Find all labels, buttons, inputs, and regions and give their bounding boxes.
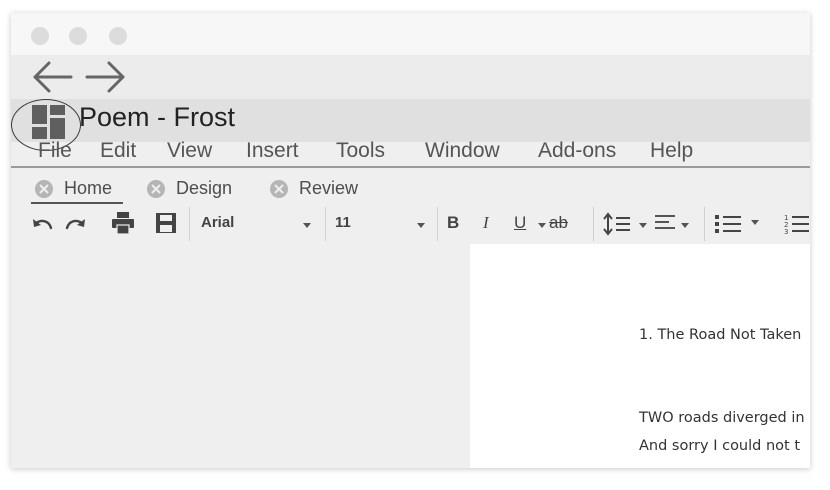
menu-window[interactable]: Window xyxy=(425,139,500,163)
printer-icon[interactable] xyxy=(111,211,135,235)
tab-review-label: Review xyxy=(299,178,359,198)
menu-file[interactable]: File xyxy=(38,139,72,163)
side-panel xyxy=(11,244,470,468)
numbered-list-icon[interactable]: 1 2 3 xyxy=(784,212,810,236)
italic-button[interactable]: I xyxy=(483,213,489,233)
svg-text:3: 3 xyxy=(784,228,788,236)
formatting-toolbar: Arial 11 B I U ab 1 2 3 xyxy=(11,204,810,244)
document-title: Poem - Frost xyxy=(79,102,236,132)
line-spacing-icon[interactable] xyxy=(603,212,631,236)
window-close-dot[interactable] xyxy=(31,27,49,45)
ribbon-tabs: Home Design Review xyxy=(11,173,810,203)
poem-heading: 1. The Road Not Taken xyxy=(639,327,802,343)
toolbar-divider xyxy=(593,207,594,241)
redo-icon[interactable] xyxy=(63,214,87,232)
navigation-bar xyxy=(11,55,810,99)
tab-design-label: Design xyxy=(176,178,233,198)
chevron-down-icon[interactable] xyxy=(751,220,759,225)
toolbar-divider xyxy=(437,207,438,241)
close-circle-icon[interactable] xyxy=(34,179,54,199)
close-circle-icon[interactable] xyxy=(146,179,166,199)
document-page[interactable]: 1. The Road Not Taken TWO roads diverged… xyxy=(470,244,810,468)
document-title-bar: Poem - Frost xyxy=(11,99,810,151)
chevron-down-icon[interactable] xyxy=(639,223,647,228)
close-circle-icon[interactable] xyxy=(269,179,289,199)
font-size-select[interactable]: 11 xyxy=(325,204,437,244)
underline-button[interactable]: U xyxy=(514,213,526,233)
undo-icon[interactable] xyxy=(31,214,55,232)
chevron-down-icon xyxy=(417,223,425,228)
menu-tools[interactable]: Tools xyxy=(336,139,385,163)
menu-help[interactable]: Help xyxy=(650,139,693,163)
app-window: Poem - Frost File Edit View Insert Tools… xyxy=(11,13,810,468)
window-titlebar xyxy=(11,13,810,55)
toolbar-divider xyxy=(704,207,705,241)
strikethrough-button[interactable]: ab xyxy=(549,213,568,233)
chevron-down-icon xyxy=(303,223,311,228)
bulleted-list-icon[interactable] xyxy=(714,212,742,236)
font-size-value: 11 xyxy=(335,214,351,231)
poem-line: TWO roads diverged in xyxy=(639,410,805,426)
arrow-right-icon[interactable] xyxy=(83,59,129,95)
bold-button[interactable]: B xyxy=(447,213,459,233)
window-maximize-dot[interactable] xyxy=(109,27,127,45)
align-left-icon[interactable] xyxy=(654,213,676,233)
menu-divider xyxy=(11,166,810,168)
arrow-left-icon[interactable] xyxy=(29,59,75,95)
menu-edit[interactable]: Edit xyxy=(100,139,136,163)
floppy-disk-icon[interactable] xyxy=(155,212,177,234)
font-family-select[interactable]: Arial xyxy=(189,204,325,244)
menu-insert[interactable]: Insert xyxy=(246,139,299,163)
chevron-down-icon[interactable] xyxy=(681,223,689,228)
chevron-down-icon[interactable] xyxy=(538,223,546,228)
tab-home-label: Home xyxy=(64,178,113,198)
window-minimize-dot[interactable] xyxy=(69,27,87,45)
menu-view[interactable]: View xyxy=(167,139,212,163)
menu-add-ons[interactable]: Add-ons xyxy=(538,139,616,163)
poem-line: And sorry I could not t xyxy=(639,438,801,454)
font-family-value: Arial xyxy=(201,214,235,231)
